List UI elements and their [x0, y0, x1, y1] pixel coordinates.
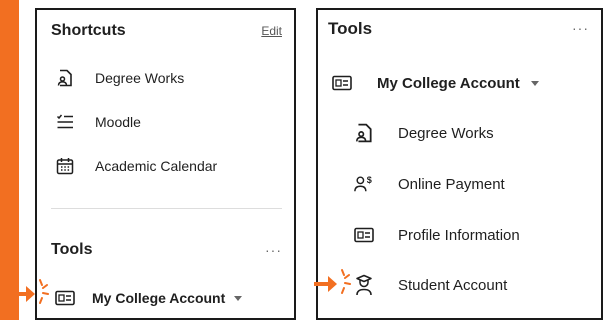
tool-profile-information[interactable]: Profile Information	[354, 225, 520, 245]
person-dollar-icon: $	[354, 174, 374, 194]
tool-label: Student Account	[398, 276, 508, 294]
shortcut-moodle[interactable]: Moodle	[55, 112, 141, 132]
tool-degree-works[interactable]: Degree Works	[354, 123, 494, 143]
account-label: My College Account	[377, 74, 520, 92]
pointer-arrow-icon	[314, 269, 351, 294]
my-college-account-dropdown[interactable]: My College Account	[332, 73, 539, 93]
tool-student-account[interactable]: Student Account	[354, 274, 508, 296]
calendar-icon	[55, 156, 75, 176]
id-card-icon	[354, 225, 374, 245]
shortcut-academic-calendar[interactable]: Academic Calendar	[55, 156, 217, 176]
tools-title: Tools	[51, 241, 93, 258]
tool-label: Degree Works	[398, 124, 494, 142]
tools-title: Tools	[328, 19, 373, 38]
id-card-icon	[332, 73, 352, 93]
tool-online-payment[interactable]: $ Online Payment	[354, 174, 505, 194]
account-label: My College Account	[92, 290, 226, 306]
tool-label: Profile Information	[398, 226, 520, 244]
chevron-down-icon	[234, 295, 243, 301]
tool-label: Online Payment	[398, 175, 505, 193]
id-card-icon	[55, 288, 75, 308]
shortcuts-panel: Shortcuts Edit Degree Works Moodle Acade…	[35, 8, 296, 320]
chevron-down-icon	[530, 80, 539, 86]
shortcut-label: Moodle	[95, 114, 141, 130]
shortcut-label: Academic Calendar	[95, 158, 218, 174]
pointer-arrow-icon	[12, 279, 49, 304]
accent-strip	[0, 0, 19, 320]
section-divider	[51, 208, 282, 209]
tools-more-menu[interactable]: ···	[265, 242, 282, 258]
shortcut-degree-works[interactable]: Degree Works	[55, 68, 184, 88]
tools-more-menu[interactable]: ···	[572, 20, 589, 36]
tools-panel: Tools ··· My College Account Degree Work…	[316, 8, 603, 320]
my-college-account-dropdown[interactable]: My College Account	[55, 288, 243, 308]
shortcut-label: Degree Works	[95, 70, 185, 86]
checklist-icon	[55, 112, 75, 132]
document-person-icon	[55, 68, 75, 88]
document-person-icon	[354, 123, 374, 143]
graduate-icon	[354, 274, 374, 296]
shortcuts-title: Shortcuts	[51, 22, 126, 39]
svg-text:$: $	[367, 175, 372, 185]
edit-shortcuts-link[interactable]: Edit	[261, 24, 282, 38]
